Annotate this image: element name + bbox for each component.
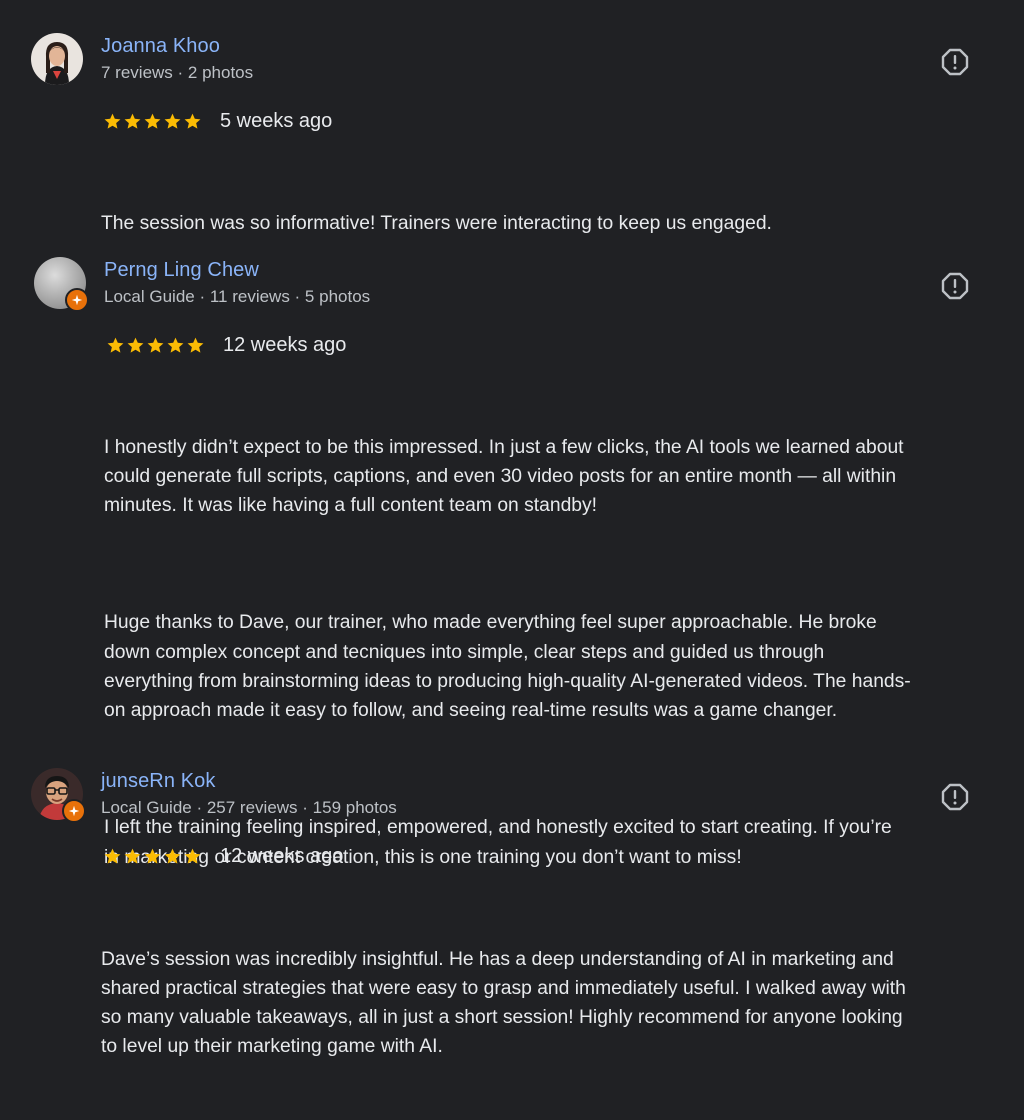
rating-row: 5 weeks ago: [103, 110, 332, 133]
star-icon: [184, 848, 201, 864]
star-icon: [144, 848, 161, 864]
review-paragraph: Dave’s session was incredibly insightful…: [101, 948, 906, 1058]
reviewer-meta: 7 reviews · 2 photos: [101, 63, 254, 82]
review-paragraph: The session was so informative! Trainers…: [101, 212, 772, 234]
star-icon: [164, 848, 181, 864]
star-icon: [124, 848, 141, 864]
reviewer-name[interactable]: Joanna Khoo: [101, 35, 220, 58]
star-icon: [104, 848, 121, 864]
star-icon: [127, 337, 144, 353]
reviewer-meta: Local Guide · 257 reviews · 159 photos: [101, 798, 397, 817]
report-icon[interactable]: [940, 47, 970, 77]
star-icon: [187, 337, 204, 353]
star-rating: [103, 847, 202, 866]
report-icon[interactable]: [940, 782, 970, 812]
star-icon: [107, 337, 124, 353]
star-icon: [167, 337, 184, 353]
star-icon: [124, 113, 141, 129]
star-icon: [184, 113, 201, 129]
star-rating: [106, 336, 205, 355]
review-age: 5 weeks ago: [220, 110, 333, 132]
star-icon: [147, 337, 164, 353]
rating-row: 12 weeks ago: [103, 845, 343, 868]
rating-row: 12 weeks ago: [106, 334, 346, 357]
star-rating: [103, 112, 202, 131]
review-text: Dave’s session was incredibly insightful…: [101, 886, 1001, 1120]
review-paragraph: Huge thanks to Dave, our trainer, who ma…: [104, 612, 911, 722]
reviewer-name[interactable]: junseRn Kok: [101, 770, 216, 793]
review-paragraph: I honestly didn’t expect to be this impr…: [104, 436, 904, 517]
local-guide-icon: [65, 288, 89, 312]
review-age: 12 weeks ago: [223, 334, 347, 356]
avatar[interactable]: [31, 33, 83, 85]
review-age: 12 weeks ago: [220, 845, 344, 867]
avatar[interactable]: [34, 257, 89, 312]
star-icon: [144, 113, 161, 129]
avatar[interactable]: [31, 768, 86, 823]
user-photo-icon: [31, 33, 83, 85]
report-icon[interactable]: [940, 271, 970, 301]
reviewer-name[interactable]: Perng Ling Chew: [104, 259, 259, 282]
star-icon: [104, 113, 121, 129]
local-guide-icon: [62, 799, 86, 823]
reviewer-meta: Local Guide · 11 reviews · 5 photos: [104, 287, 371, 306]
star-icon: [164, 113, 181, 129]
